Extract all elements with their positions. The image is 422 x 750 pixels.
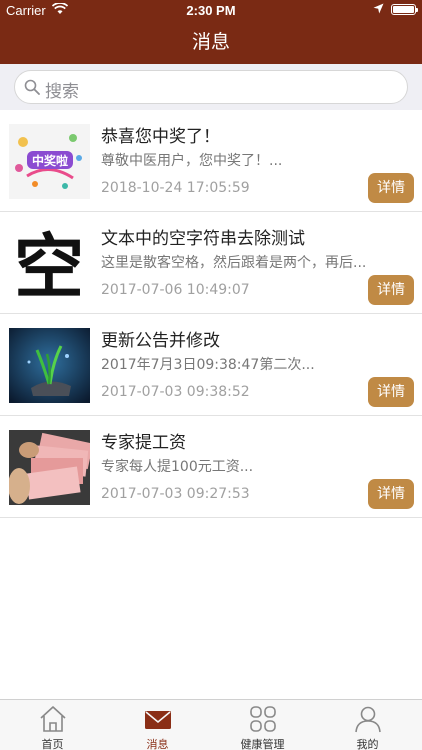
search-icon	[24, 79, 40, 95]
tab-label: 我的	[356, 738, 379, 750]
tab-profile[interactable]: 我的	[315, 700, 420, 750]
detail-button[interactable]: 详情	[368, 479, 414, 509]
message-date: 2018-10-24 17:05:59	[101, 180, 250, 196]
grid-icon	[249, 706, 276, 732]
message-summary: 专家每人提100元工资...	[101, 459, 254, 475]
message-item[interactable]: 中奖啦 恭喜您中奖了！ 尊敬中医用户，您中奖了！... 2018-10-24 1…	[0, 110, 422, 212]
tab-health[interactable]: 健康管理	[210, 700, 315, 750]
tab-home[interactable]: 首页	[0, 700, 105, 750]
home-icon	[39, 706, 66, 732]
message-thumbnail: 空	[9, 226, 90, 301]
status-time: 2:30 PM	[186, 3, 236, 18]
message-summary: 这里是散客空格，然后跟着是两个，再后...	[101, 255, 367, 271]
tab-label: 消息	[146, 738, 169, 750]
status-bar: Carrier 2:30 PM	[0, 0, 422, 20]
nav-bar: 消息	[0, 20, 422, 64]
message-thumbnail	[9, 328, 90, 403]
page-title: 消息	[191, 31, 230, 53]
message-item[interactable]: 专家提工资 专家每人提100元工资... 2017-07-03 09:27:53…	[0, 416, 422, 518]
detail-button[interactable]: 详情	[368, 275, 414, 305]
search-placeholder: 搜索	[45, 82, 79, 102]
message-title: 更新公告并修改	[101, 331, 220, 351]
message-summary: 2017年7月3日09:38:47第二次...	[101, 357, 315, 373]
message-item[interactable]: 更新公告并修改 2017年7月3日09:38:47第二次... 2017-07-…	[0, 314, 422, 416]
search-bar: 搜索	[0, 64, 422, 110]
message-title: 专家提工资	[101, 433, 186, 453]
tab-label: 首页	[41, 738, 64, 750]
message-list: 中奖啦 恭喜您中奖了！ 尊敬中医用户，您中奖了！... 2018-10-24 1…	[0, 110, 422, 518]
detail-button[interactable]: 详情	[368, 377, 414, 407]
tab-messages[interactable]: 消息	[105, 700, 210, 750]
svg-text:空: 空	[14, 226, 84, 301]
battery-icon	[391, 4, 418, 15]
message-summary: 尊敬中医用户，您中奖了！...	[101, 153, 283, 169]
message-date: 2017-07-03 09:27:53	[101, 486, 250, 502]
message-title: 文本中的空字符串去除测试	[101, 229, 305, 249]
svg-text:中奖啦: 中奖啦	[32, 153, 68, 168]
message-date: 2017-07-06 10:49:07	[101, 282, 250, 298]
envelope-icon	[144, 711, 171, 729]
message-date: 2017-07-03 09:38:52	[101, 384, 250, 400]
detail-button[interactable]: 详情	[368, 173, 414, 203]
person-icon	[354, 706, 381, 733]
message-thumbnail: 中奖啦	[9, 124, 90, 199]
location-arrow-icon	[373, 3, 384, 17]
message-title: 恭喜您中奖了！	[101, 127, 220, 147]
tab-label: 健康管理	[240, 738, 285, 750]
tab-bar: 首页 消息 健康管理 我的	[0, 699, 422, 750]
search-input[interactable]: 搜索	[14, 70, 408, 104]
message-item[interactable]: 空 文本中的空字符串去除测试 这里是散客空格，然后跟着是两个，再后... 201…	[0, 212, 422, 314]
message-thumbnail	[9, 430, 90, 505]
